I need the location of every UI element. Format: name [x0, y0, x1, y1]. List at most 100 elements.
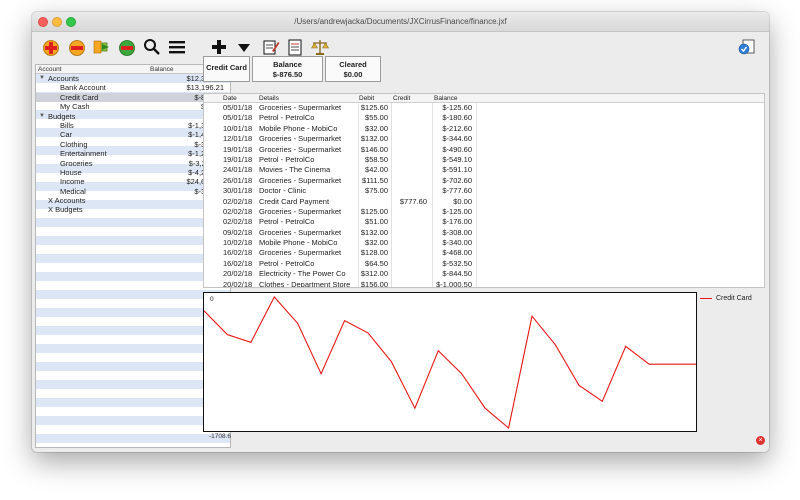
transactions-table[interactable]: Date Details Debit Credit Balance 05/01/… — [203, 93, 765, 288]
close-graph-icon[interactable]: × — [756, 436, 765, 445]
tree-row[interactable]: Credit Card$-876.50 — [36, 92, 230, 103]
disclosure-triangle-icon[interactable]: ▼ — [39, 112, 45, 121]
summary-cleared: Cleared $0.00 — [325, 56, 381, 82]
col-header-details[interactable]: Details — [259, 95, 356, 102]
transaction-row[interactable]: 20/02/18 Clothes - Department Store $156.0… — [204, 280, 764, 287]
cell-date: 09/02/18 — [223, 227, 253, 237]
cell-details: Groceries - Supermarket — [259, 175, 342, 185]
remove-account-icon — [69, 40, 85, 56]
tree-row-balance: $13,196.21 — [186, 83, 224, 93]
tree-row[interactable]: Entertainment$-1,299.00 — [36, 149, 230, 158]
tree-row-name: Medical — [60, 186, 86, 196]
tree-row[interactable]: X Accounts — [36, 196, 230, 205]
tree-row[interactable]: My Cash$30.00 — [36, 102, 230, 111]
transaction-row[interactable]: 02/02/18 Groceries - Supermarket $125.00 $-… — [204, 207, 764, 217]
cell-details: Groceries - Supermarket — [259, 134, 342, 144]
transaction-row[interactable]: 19/01/18 Groceries - Supermarket $146.00 $-… — [204, 145, 764, 155]
cell-date: 12/01/18 — [223, 134, 253, 144]
tree-row[interactable]: Bank Account $13,196.21 — [36, 83, 230, 92]
balance-series-line — [204, 296, 696, 430]
transaction-row[interactable]: 10/01/18 Mobile Phone - MobiCo $32.00 $-212… — [204, 124, 764, 134]
account-tree[interactable]: Account Balance ▼Accounts$12,349.71Bank … — [35, 64, 231, 448]
col-header-debit[interactable]: Debit — [359, 95, 374, 102]
tree-row[interactable]: Car$-1,466.12 — [36, 130, 230, 139]
cell-date: 19/01/18 — [223, 144, 253, 154]
cell-date: 24/01/18 — [223, 165, 253, 175]
remove-account-button[interactable] — [66, 36, 88, 58]
tree-header-balance[interactable]: Balance — [150, 66, 174, 73]
cell-debit: $32.00 — [365, 123, 388, 133]
tree-row[interactable]: X Budgets — [36, 205, 230, 214]
add-transaction-button[interactable] — [208, 36, 230, 58]
tree-row-name: Credit Card — [60, 92, 99, 102]
legend-swatch — [700, 297, 712, 300]
tree-row[interactable]: House$-4,250.00 — [36, 168, 230, 177]
transaction-row[interactable]: 26/01/18 Groceries - Supermarket $111.50 $-… — [204, 176, 764, 186]
cell-date: 02/02/18 — [223, 206, 253, 216]
transaction-row[interactable]: 02/02/18 Petrol - PetrolCo $51.00 $-176.00 — [204, 217, 764, 227]
col-header-balance[interactable]: Balance — [434, 95, 458, 102]
cell-balance: $-532.50 — [442, 258, 472, 268]
transaction-row[interactable]: 05/01/18 Groceries - Supermarket $125.60 $-… — [204, 103, 764, 113]
cell-date: 02/02/18 — [223, 196, 253, 206]
transaction-row[interactable]: 12/01/18 Groceries - Supermarket $132.00 $-… — [204, 134, 764, 144]
tree-row[interactable]: Bills$-1,328.00 — [36, 121, 230, 130]
tree-row-name: Budgets — [48, 111, 76, 121]
menu-button[interactable] — [166, 36, 188, 58]
disclosure-triangle-icon[interactable]: ▼ — [39, 74, 45, 83]
cell-debit: $51.00 — [365, 217, 388, 227]
balance-button[interactable] — [309, 36, 331, 58]
transaction-row[interactable]: 16/02/18 Petrol - PetrolCo $64.50 $-532.50 — [204, 259, 764, 269]
cell-details: Movies - The Cinema — [259, 165, 331, 175]
transaction-row[interactable]: 24/01/18 Movies - The Cinema $42.00 $-591.1… — [204, 165, 764, 175]
transfer-button[interactable] — [91, 36, 113, 58]
tree-row[interactable]: Medical$-327.50 — [36, 187, 230, 196]
tree-row[interactable]: ▼Accounts$12,349.71 — [36, 74, 230, 83]
transaction-row[interactable]: 30/01/18 Doctor - Clinic $75.00 $-777.60 — [204, 186, 764, 196]
transaction-row[interactable]: 20/02/18 Electricity - The Power Co $312.0… — [204, 269, 764, 279]
cell-debit: $125.60 — [360, 103, 388, 112]
tree-row[interactable]: Income$24,600.00 — [36, 177, 230, 186]
cell-debit: $111.50 — [362, 175, 388, 185]
reconcile-button[interactable] — [736, 36, 758, 58]
account-summary: Credit Card Balance $-876.50 Cleared $0.… — [203, 56, 381, 84]
edit-account-button[interactable] — [116, 36, 138, 58]
cell-balance: $-125.60 — [442, 103, 472, 112]
tree-row[interactable]: ▼ Budgets — [36, 112, 230, 121]
col-header-date[interactable]: Date — [223, 95, 237, 102]
transaction-row[interactable]: 05/01/18 Petrol - PetrolCo $55.00 $-180.60 — [204, 113, 764, 123]
summary-balance-label: Balance — [273, 60, 302, 69]
cell-balance: $-340.00 — [442, 238, 472, 248]
tree-header: Account Balance — [36, 65, 230, 74]
report-button[interactable] — [284, 36, 306, 58]
tree-header-account[interactable]: Account — [38, 66, 62, 73]
tree-row[interactable]: Clothing$-368.00 — [36, 140, 230, 149]
graph-min-label: -1708.6 — [209, 433, 232, 440]
transaction-row[interactable]: 16/02/18 Groceries - Supermarket $128.00 $-… — [204, 248, 764, 258]
graph-legend: Credit Card — [700, 295, 752, 302]
transaction-row[interactable]: 02/02/18 Credit Card Payment $777.60 $0.00 — [204, 197, 764, 207]
cell-balance: $-777.60 — [442, 186, 472, 196]
tree-row-name: Accounts — [48, 74, 79, 83]
transaction-row[interactable]: 09/02/18 Groceries - Supermarket $132.00 $-… — [204, 228, 764, 238]
edit-transaction-button[interactable] — [260, 36, 282, 58]
cell-balance: $-490.60 — [442, 144, 472, 154]
transaction-row[interactable]: 10/02/18 Mobile Phone - MobiCo $32.00 $-340… — [204, 238, 764, 248]
transaction-dropdown-button[interactable] — [233, 36, 255, 58]
cell-debit: $32.00 — [365, 238, 388, 248]
tree-row[interactable]: Groceries$-3,211.67 — [36, 159, 230, 168]
tree-row-name: Car — [60, 130, 73, 140]
cell-details: Mobile Phone - MobiCo — [259, 238, 338, 248]
tree-row-name: X Accounts — [48, 196, 86, 206]
col-header-credit[interactable]: Credit — [393, 95, 410, 102]
edit-transaction-icon — [263, 40, 280, 55]
menu-icon — [169, 41, 185, 54]
search-icon — [144, 39, 160, 55]
search-button[interactable] — [141, 36, 163, 58]
transaction-row[interactable]: 19/01/18 Petrol - PetrolCo $58.50 $-549.10 — [204, 155, 764, 165]
cell-debit: $75.00 — [365, 186, 388, 196]
cell-balance: $0.00 — [453, 196, 472, 206]
tree-row-name: Income — [60, 177, 85, 187]
cell-debit: $128.00 — [360, 248, 388, 258]
add-account-button[interactable] — [40, 36, 62, 58]
